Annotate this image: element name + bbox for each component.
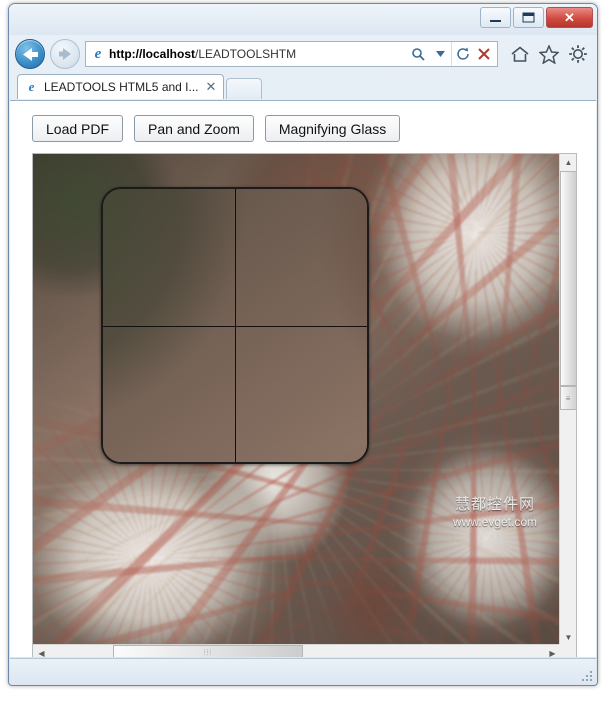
minimize-button[interactable] xyxy=(480,7,511,28)
scrollbar-corner xyxy=(559,644,576,657)
scroll-up-icon: ▲ xyxy=(564,158,573,167)
maximize-icon xyxy=(522,12,535,23)
toolbar-icons xyxy=(503,43,591,65)
star-glyph xyxy=(539,44,559,64)
forward-button[interactable] xyxy=(50,39,80,69)
navigation-bar: e http://localhost/LEADTOOLSHTM xyxy=(9,35,597,73)
horizontal-scrollbar[interactable]: ◀ ⦙⦙⦙ ▶ xyxy=(33,644,561,657)
home-icon[interactable] xyxy=(509,43,531,65)
stop-icon[interactable] xyxy=(473,42,495,66)
image-canvas[interactable]: 慧都控件网 www.evget.com xyxy=(33,154,561,646)
star-icon[interactable] xyxy=(538,43,560,65)
scroll-left-icon: ◀ xyxy=(38,649,45,657)
gear-icon[interactable] xyxy=(567,43,589,65)
refresh-glyph xyxy=(456,47,469,60)
gear-glyph xyxy=(569,45,587,63)
scroll-grip-icon: ≡ xyxy=(565,393,572,403)
vertical-scroll-thumb[interactable] xyxy=(560,171,576,386)
new-tab-button[interactable] xyxy=(226,78,263,99)
crosshair-horizontal-line xyxy=(103,325,367,327)
tab-favicon-icon: e xyxy=(28,79,35,94)
tab-close-icon[interactable]: ✕ xyxy=(204,79,219,95)
status-bar xyxy=(10,658,596,684)
close-button[interactable]: ✕ xyxy=(546,7,593,28)
vertical-scroll-thumb-grip[interactable]: ≡ xyxy=(560,386,576,410)
scroll-right-icon: ▶ xyxy=(549,649,556,657)
url-host: http://localhost xyxy=(109,47,195,61)
horizontal-scroll-thumb[interactable]: ⦙⦙⦙ xyxy=(113,645,303,657)
pan-and-zoom-button[interactable]: Pan and Zoom xyxy=(134,115,254,142)
close-icon: ✕ xyxy=(564,9,575,25)
magnifying-glass-label: Magnifying Glass xyxy=(278,120,387,137)
magnifying-glass-button[interactable]: Magnifying Glass xyxy=(264,115,401,142)
tab-leadtools-html5[interactable]: e LEADTOOLS HTML5 and I... ✕ xyxy=(17,74,225,99)
tab-label: LEADTOOLS HTML5 and I... xyxy=(44,80,199,94)
browser-window: ✕ e http://localhost/LEADTOOLSHTM e LEAD… xyxy=(8,3,598,686)
url-path: /LEADTOOLSHTM xyxy=(195,47,297,61)
chevron-down-glyph xyxy=(435,51,445,57)
tab-strip: e LEADTOOLS HTML5 and I... ✕ xyxy=(9,73,597,99)
arrow-right-icon xyxy=(58,48,71,60)
vertical-scrollbar[interactable]: ▲ ≡ ▼ xyxy=(559,154,576,646)
image-viewer[interactable]: 慧都控件网 www.evget.com ▲ ≡ ▼ ◀ ⦙⦙⦙ ▶ xyxy=(32,153,577,657)
pan-and-zoom-label: Pan and Zoom xyxy=(148,120,240,137)
scroll-down-icon: ▼ xyxy=(564,633,573,642)
page-content: Load PDF Pan and Zoom Magnifying Glass 慧… xyxy=(10,100,596,657)
internet-explorer-icon: e xyxy=(94,45,102,62)
maximize-button[interactable] xyxy=(513,7,544,28)
chevron-down-icon[interactable] xyxy=(429,42,451,66)
scroll-left-button[interactable]: ◀ xyxy=(33,645,50,657)
window-controls: ✕ xyxy=(480,7,593,28)
home-glyph xyxy=(511,46,529,62)
address-text[interactable]: http://localhost/LEADTOOLSHTM xyxy=(107,47,407,61)
magnifier-glyph xyxy=(412,48,425,61)
load-pdf-label: Load PDF xyxy=(46,120,110,137)
refresh-icon[interactable] xyxy=(451,42,473,66)
load-pdf-button[interactable]: Load PDF xyxy=(32,115,124,142)
scroll-up-button[interactable]: ▲ xyxy=(560,154,576,171)
magnifier-region[interactable] xyxy=(101,187,369,464)
back-button[interactable] xyxy=(15,39,45,69)
stop-glyph xyxy=(478,48,490,60)
minimize-icon xyxy=(490,19,501,22)
address-bar[interactable]: e http://localhost/LEADTOOLSHTM xyxy=(85,41,498,67)
page-button-row: Load PDF Pan and Zoom Magnifying Glass xyxy=(10,101,596,153)
arrow-left-icon xyxy=(22,47,38,61)
search-icon[interactable] xyxy=(407,42,429,66)
title-bar[interactable]: ✕ xyxy=(9,4,597,35)
resize-grip-icon[interactable] xyxy=(581,670,593,682)
scroll-grip-icon: ⦙⦙⦙ xyxy=(203,648,213,657)
